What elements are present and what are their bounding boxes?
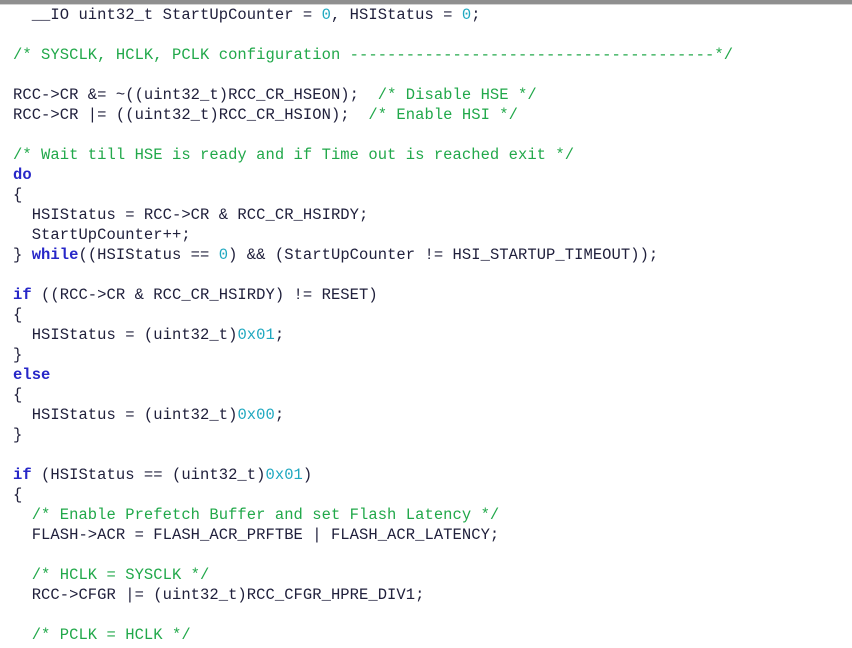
code-token-comment: /* Wait till HSE is ready and if Time ou… bbox=[13, 146, 575, 164]
code-token-plain: { bbox=[13, 486, 23, 504]
code-line[interactable]: RCC->CR &= ~((uint32_t)RCC_CR_HSEON); /*… bbox=[0, 85, 852, 105]
code-token-number: 0x00 bbox=[237, 406, 275, 424]
code-listing-viewport: __IO uint32_t StartUpCounter = 0, HSISta… bbox=[0, 0, 852, 648]
code-token-plain: RCC->CFGR |= (uint32_t)RCC_CFGR_HPRE_DIV… bbox=[13, 586, 425, 604]
code-token-plain: RCC->CR &= ~((uint32_t)RCC_CR_HSEON); bbox=[13, 86, 378, 104]
code-line[interactable]: if (HSIStatus == (uint32_t)0x01) bbox=[0, 465, 852, 485]
code-token-plain: (HSIStatus == (uint32_t) bbox=[31, 466, 266, 484]
code-line[interactable] bbox=[0, 25, 852, 45]
code-token-plain: ) && (StartUpCounter != HSI_STARTUP_TIME… bbox=[228, 246, 659, 264]
code-line[interactable]: StartUpCounter++; bbox=[0, 225, 852, 245]
code-token-keyword: do bbox=[13, 166, 32, 184]
code-token-comment: /* SYSCLK, HCLK, PCLK configuration ----… bbox=[13, 46, 734, 64]
code-token-keyword: while bbox=[31, 246, 79, 264]
code-token-keyword: else bbox=[13, 366, 51, 384]
code-line[interactable]: } while((HSIStatus == 0) && (StartUpCoun… bbox=[0, 245, 852, 265]
code-line[interactable]: } bbox=[0, 425, 852, 445]
code-token-plain: ((RCC->CR & RCC_CR_HSIRDY) != RESET) bbox=[31, 286, 378, 304]
code-line[interactable]: HSIStatus = (uint32_t)0x01; bbox=[0, 325, 852, 345]
code-line[interactable]: RCC->CR |= ((uint32_t)RCC_CR_HSION); /* … bbox=[0, 105, 852, 125]
code-token-number: 0 bbox=[461, 6, 472, 24]
code-token-plain: HSIStatus = RCC->CR & RCC_CR_HSIRDY; bbox=[13, 206, 369, 224]
code-token-comment: /* PCLK = HCLK */ bbox=[31, 626, 191, 644]
code-token-plain: ) bbox=[302, 466, 313, 484]
code-line[interactable] bbox=[0, 445, 852, 465]
code-token-plain: { bbox=[13, 386, 23, 404]
code-token-comment: /* HCLK = SYSCLK */ bbox=[31, 566, 210, 584]
code-token-comment: /* Enable Prefetch Buffer and set Flash … bbox=[31, 506, 500, 524]
code-line[interactable] bbox=[0, 65, 852, 85]
code-line[interactable]: HSIStatus = (uint32_t)0x00; bbox=[0, 405, 852, 425]
code-line[interactable]: if ((RCC->CR & RCC_CR_HSIRDY) != RESET) bbox=[0, 285, 852, 305]
code-token-plain: } bbox=[13, 246, 32, 264]
code-line[interactable]: FLASH->ACR = FLASH_ACR_PRFTBE | FLASH_AC… bbox=[0, 525, 852, 545]
code-token-plain: ; bbox=[471, 6, 481, 24]
code-line[interactable]: { bbox=[0, 305, 852, 325]
code-token-plain: FLASH->ACR = FLASH_ACR_PRFTBE | FLASH_AC… bbox=[13, 526, 500, 544]
code-token-plain: , HSIStatus = bbox=[330, 6, 462, 24]
code-token-comment: /* Enable HSI */ bbox=[368, 106, 518, 124]
code-line[interactable]: } bbox=[0, 345, 852, 365]
code-text-area[interactable]: __IO uint32_t StartUpCounter = 0, HSISta… bbox=[0, 5, 852, 648]
code-token-plain: StartUpCounter++; bbox=[13, 226, 191, 244]
code-token-plain: { bbox=[13, 306, 23, 324]
code-line[interactable]: else bbox=[0, 365, 852, 385]
code-line[interactable]: { bbox=[0, 485, 852, 505]
code-token-plain: HSIStatus = (uint32_t) bbox=[13, 406, 238, 424]
code-token-keyword: if bbox=[13, 286, 32, 304]
code-line[interactable] bbox=[0, 265, 852, 285]
code-token-plain: HSIStatus = (uint32_t) bbox=[13, 326, 238, 344]
code-line[interactable]: HSIStatus = RCC->CR & RCC_CR_HSIRDY; bbox=[0, 205, 852, 225]
code-token-plain: ; bbox=[274, 326, 285, 344]
code-line[interactable] bbox=[0, 605, 852, 625]
code-line[interactable]: { bbox=[0, 385, 852, 405]
code-line[interactable]: __IO uint32_t StartUpCounter = 0, HSISta… bbox=[0, 5, 852, 25]
code-token-number: 0x01 bbox=[237, 326, 275, 344]
code-token-plain: ((HSIStatus == bbox=[78, 246, 219, 264]
code-token-plain: RCC->CR |= ((uint32_t)RCC_CR_HSION); bbox=[13, 106, 369, 124]
code-token-number: 0 bbox=[218, 246, 229, 264]
code-token-keyword: if bbox=[13, 466, 32, 484]
code-line[interactable] bbox=[0, 545, 852, 565]
code-token-number: 0x01 bbox=[265, 466, 303, 484]
code-token-plain: __IO uint32_t StartUpCounter = bbox=[13, 6, 322, 24]
code-line[interactable]: do bbox=[0, 165, 852, 185]
code-token-plain: { bbox=[13, 186, 23, 204]
code-line[interactable]: /* PCLK = HCLK */ bbox=[0, 625, 852, 645]
code-token-plain: ; bbox=[274, 406, 285, 424]
code-line[interactable] bbox=[0, 125, 852, 145]
code-line[interactable]: { bbox=[0, 185, 852, 205]
code-token-plain: } bbox=[13, 426, 23, 444]
code-token-plain: } bbox=[13, 346, 23, 364]
code-line[interactable]: /* HCLK = SYSCLK */ bbox=[0, 565, 852, 585]
code-line[interactable]: RCC->CFGR |= (uint32_t)RCC_CFGR_HPRE_DIV… bbox=[0, 585, 852, 605]
code-token-comment: /* Disable HSE */ bbox=[377, 86, 537, 104]
code-line[interactable]: /* Wait till HSE is ready and if Time ou… bbox=[0, 145, 852, 165]
code-token-number: 0 bbox=[321, 6, 331, 24]
code-line[interactable]: /* Enable Prefetch Buffer and set Flash … bbox=[0, 505, 852, 525]
code-line[interactable]: /* SYSCLK, HCLK, PCLK configuration ----… bbox=[0, 45, 852, 65]
